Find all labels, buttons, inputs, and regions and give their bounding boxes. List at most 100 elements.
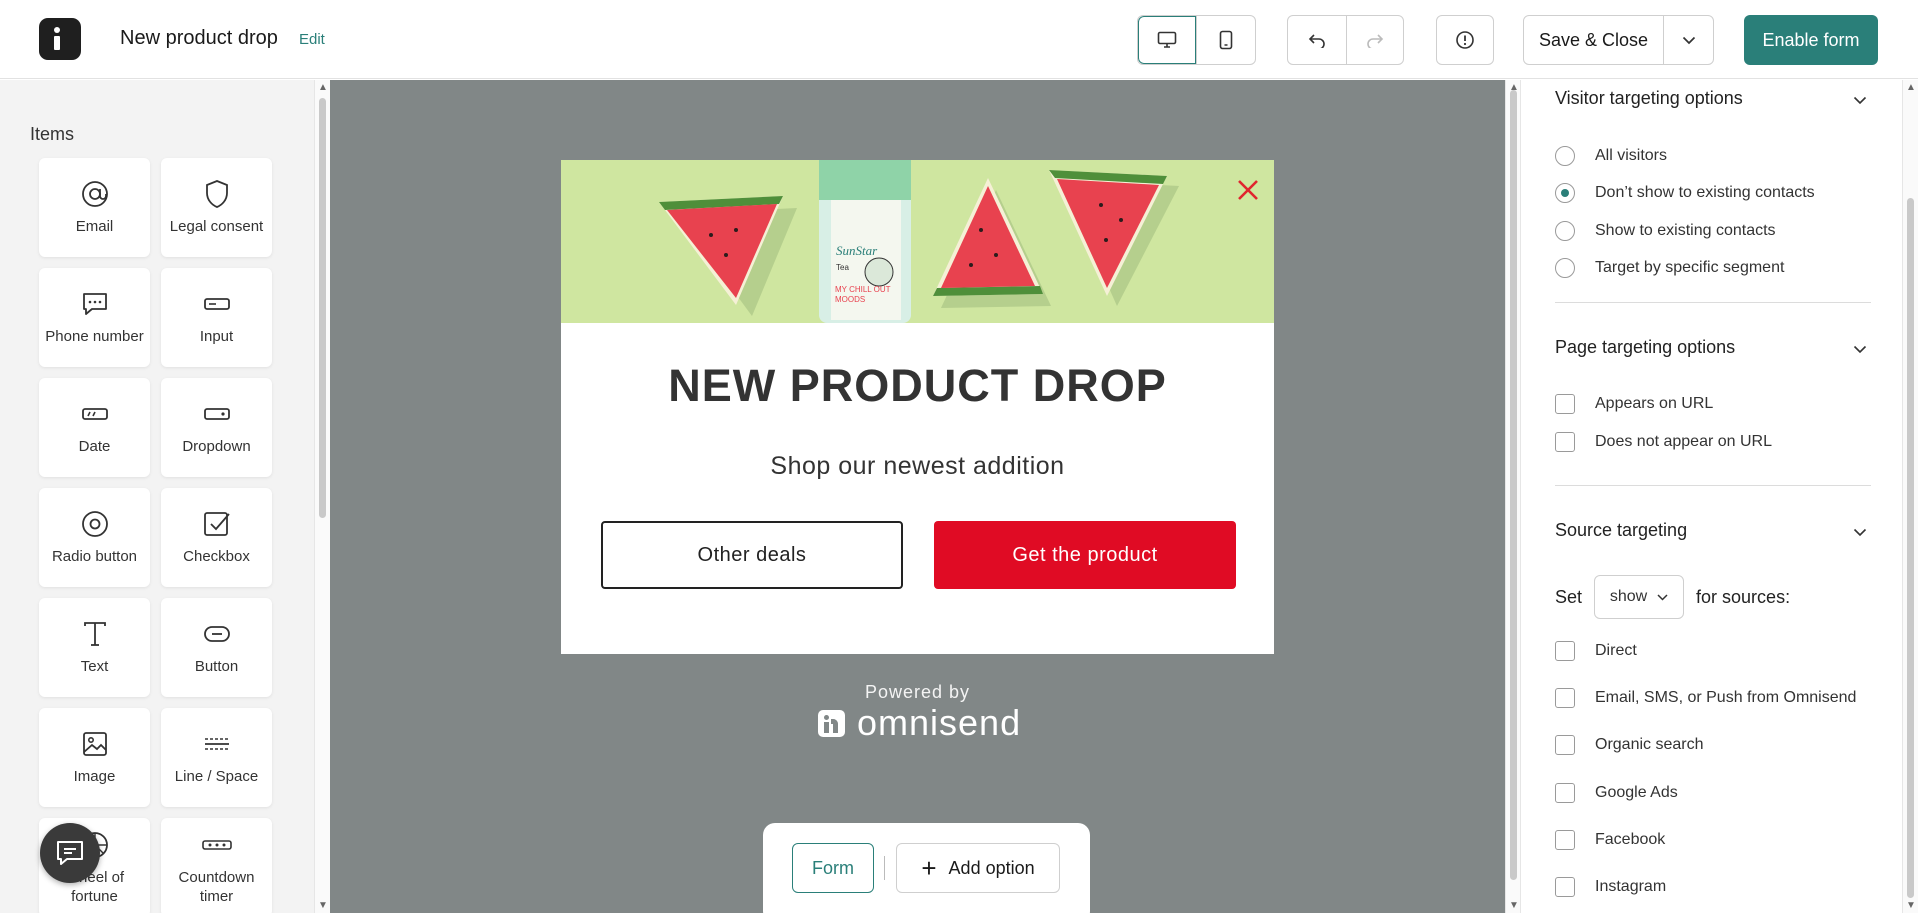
save-close-button[interactable]: Save & Close	[1524, 16, 1663, 64]
checkbox-indicator	[1555, 641, 1575, 661]
chevron-down-icon	[1657, 593, 1668, 601]
item-legal-consent[interactable]: Legal consent	[161, 158, 272, 257]
omnisend-wordmark: omnisend	[857, 702, 1022, 743]
enable-form-button[interactable]: Enable form	[1744, 15, 1878, 65]
popup-subheadline[interactable]: Shop our newest addition	[561, 452, 1274, 481]
chat-support-button[interactable]	[40, 823, 100, 883]
item-countdown-timer[interactable]: Countdown timer	[161, 818, 272, 913]
close-icon[interactable]	[1234, 176, 1262, 204]
message-icon	[80, 289, 110, 319]
undo-button[interactable]	[1288, 16, 1346, 64]
items-heading: Items	[30, 124, 75, 144]
item-label: Email	[75, 218, 114, 235]
page-targeting-title[interactable]: Page targeting options	[1555, 337, 1735, 358]
radio-indicator	[1555, 183, 1575, 203]
radio-indicator	[1555, 258, 1575, 278]
line-space-icon	[202, 729, 232, 759]
checkbox-source-omnisend[interactable]: Email, SMS, or Push from Omnisend	[1555, 687, 1856, 709]
checkbox-source-organic[interactable]: Organic search	[1555, 734, 1704, 756]
shield-icon	[202, 179, 232, 209]
checkbox-not-on-url[interactable]: Does not appear on URL	[1555, 431, 1772, 453]
checkbox-source-instagram[interactable]: Instagram	[1555, 876, 1666, 898]
radio-label: All visitors	[1595, 147, 1668, 164]
tab-form[interactable]: Form	[792, 843, 874, 893]
item-label: Input	[199, 328, 234, 345]
radio-indicator	[1555, 146, 1575, 166]
radio-show-existing[interactable]: Show to existing contacts	[1555, 220, 1776, 242]
checkbox-source-google-ads[interactable]: Google Ads	[1555, 782, 1678, 804]
item-image[interactable]: Image	[39, 708, 150, 807]
text-icon	[80, 619, 110, 649]
desktop-icon	[1157, 31, 1177, 48]
chevron-down-icon[interactable]	[1853, 528, 1867, 537]
can-tagline-1: MY CHILL OUT	[835, 285, 891, 294]
item-label: Dropdown	[182, 438, 251, 455]
checkbox-indicator	[1555, 394, 1575, 414]
chevron-down-icon	[1682, 36, 1695, 44]
redo-icon	[1367, 34, 1383, 48]
item-label: Text	[80, 658, 109, 675]
item-radio-button[interactable]: Radio button	[39, 488, 150, 587]
chevron-down-icon[interactable]	[1853, 345, 1867, 354]
item-checkbox[interactable]: Checkbox	[161, 488, 272, 587]
other-deals-button[interactable]: Other deals	[601, 521, 903, 589]
add-option-button[interactable]: + Add option	[896, 843, 1060, 893]
section-divider	[1555, 302, 1871, 303]
item-label: Button	[194, 658, 239, 675]
toolbar-divider	[884, 856, 885, 880]
add-option-label: Add option	[948, 857, 1035, 878]
omnisend-logo-icon[interactable]	[39, 18, 81, 60]
radio-label: Show to existing contacts	[1595, 222, 1776, 239]
item-phone-number[interactable]: Phone number	[39, 268, 150, 367]
source-targeting-title[interactable]: Source targeting	[1555, 520, 1687, 541]
item-line-space[interactable]: Line / Space	[161, 708, 272, 807]
visitor-targeting-title[interactable]: Visitor targeting options	[1555, 88, 1743, 109]
undo-icon	[1308, 34, 1325, 48]
item-date[interactable]: Date	[39, 378, 150, 477]
at-icon	[80, 179, 110, 209]
checkbox-source-facebook[interactable]: Facebook	[1555, 829, 1665, 851]
checkbox-source-direct[interactable]: Direct	[1555, 640, 1637, 662]
checkbox-indicator	[1555, 735, 1575, 755]
radio-dont-show-existing[interactable]: Don’t show to existing contacts	[1555, 182, 1815, 204]
item-dropdown[interactable]: Dropdown	[161, 378, 272, 477]
canvas-scrollbar[interactable]: ▲ ▼	[1505, 80, 1521, 913]
edit-title-link[interactable]: Edit	[299, 31, 325, 48]
chevron-down-icon[interactable]	[1853, 96, 1867, 105]
save-options-toggle[interactable]	[1663, 16, 1713, 64]
radio-target-segment[interactable]: Target by specific segment	[1555, 257, 1784, 279]
button-icon	[202, 619, 232, 649]
checkbox-label: Instagram	[1595, 878, 1667, 895]
item-label: Line / Space	[174, 768, 259, 785]
settings-scrollbar[interactable]: ▲ ▼	[1902, 80, 1918, 913]
checkbox-label: Direct	[1595, 642, 1637, 659]
popup-headline[interactable]: NEW PRODUCT DROP	[561, 360, 1274, 412]
section-divider	[1555, 485, 1871, 486]
info-icon	[1456, 31, 1474, 49]
get-product-button[interactable]: Get the product	[934, 521, 1236, 589]
item-input[interactable]: Input	[161, 268, 272, 367]
timer-icon	[201, 830, 232, 860]
product-banner-image: SunStar Tea MY CHILL OUT MOODS	[561, 160, 1274, 323]
radio-indicator	[1555, 221, 1575, 241]
mobile-view-button[interactable]	[1196, 16, 1254, 64]
source-set-row: Set show for sources:	[1555, 575, 1790, 619]
desktop-view-button[interactable]	[1138, 16, 1196, 64]
checkbox-indicator	[1555, 432, 1575, 452]
popup-form[interactable]: SunStar Tea MY CHILL OUT MOODS NEW PRODU…	[561, 160, 1274, 654]
radio-all-visitors[interactable]: All visitors	[1555, 145, 1667, 167]
show-hide-select[interactable]: show	[1594, 575, 1685, 619]
info-button[interactable]	[1436, 15, 1494, 65]
items-scrollbar[interactable]: ▲ ▼	[314, 80, 330, 913]
radio-label: Target by specific segment	[1595, 259, 1785, 276]
redo-button[interactable]	[1345, 16, 1404, 64]
image-icon	[80, 729, 110, 759]
checkbox-appears-on-url[interactable]: Appears on URL	[1555, 393, 1713, 415]
can-tagline-2: MOODS	[835, 295, 865, 304]
item-text[interactable]: Text	[39, 598, 150, 697]
page-title: New product drop	[120, 27, 278, 49]
checkbox-label: Organic search	[1595, 736, 1704, 753]
item-button[interactable]: Button	[161, 598, 272, 697]
item-email[interactable]: Email	[39, 158, 150, 257]
can-sub-text: Tea	[836, 263, 849, 272]
